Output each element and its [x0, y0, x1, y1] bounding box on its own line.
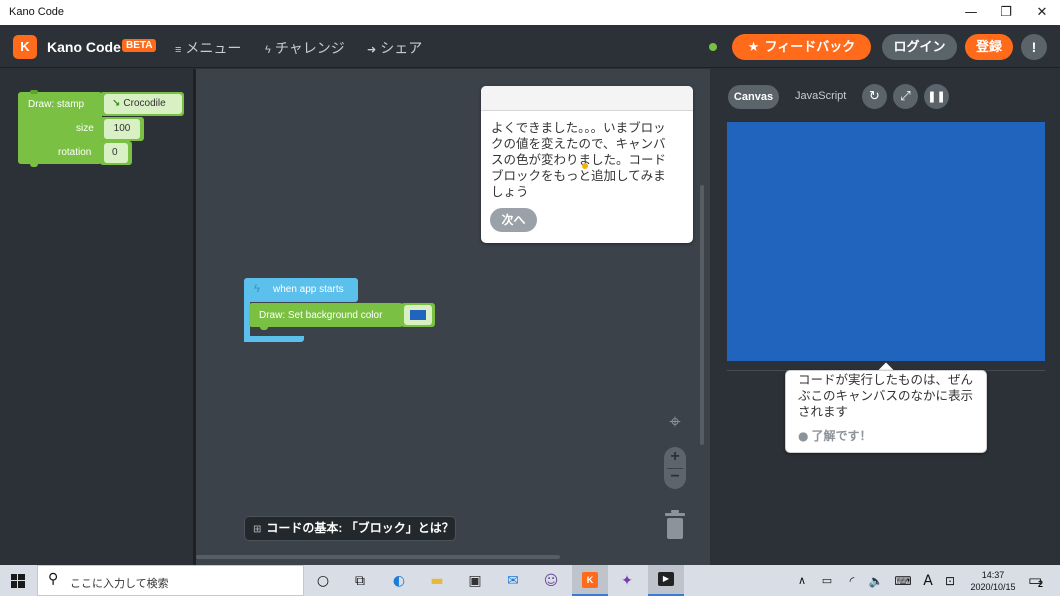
tab-javascript[interactable]: JavaScript: [795, 90, 846, 102]
rotation-input[interactable]: 0: [104, 143, 128, 163]
got-it-button[interactable]: ● 了解です！: [798, 427, 872, 444]
pause-icon[interactable]: ❚❚: [924, 84, 949, 109]
kano-logo[interactable]: K: [13, 35, 37, 59]
ime-mode-icon[interactable]: ⊡: [940, 571, 960, 591]
zoom-control: + −: [664, 447, 686, 489]
block-notch: [30, 90, 38, 94]
keyboard-icon[interactable]: ⌨: [893, 571, 913, 591]
hint-text: よくできました。。。いまブロックの値を変えたので、キャンバスの色が変わりました。…: [491, 121, 667, 199]
feedback-label: フィードバック: [764, 39, 856, 54]
recenter-icon[interactable]: ⌖: [664, 410, 686, 432]
nav-challenge[interactable]: ϟ チャレンジ: [265, 38, 345, 58]
taskbar-clock[interactable]: 14:37 2020/10/15: [964, 569, 1022, 593]
block-basics-label: コードの基本: 「ブロック」とは？: [266, 521, 454, 535]
wifi-icon[interactable]: ◜: [842, 571, 862, 591]
zoom-in-button[interactable]: +: [664, 448, 686, 466]
stamp-block-label: Draw: stamp: [28, 99, 85, 110]
nav-menu-label: メニュー: [185, 40, 242, 56]
draw-stamp-block[interactable]: Draw: stamp size rotation: [18, 92, 102, 164]
stamp-image-dropdown[interactable]: ↘ Crocodile: [104, 94, 182, 114]
windows-start-icon[interactable]: [11, 574, 25, 588]
close-window-button[interactable]: ✕: [1022, 0, 1060, 25]
fullscreen-icon[interactable]: ⤢: [893, 84, 918, 109]
app-header: K Kano Code BETA ≡ メニュー ϟ チャレンジ ➜ シェア ★ フィード…: [0, 25, 1060, 68]
pointer-dot: [582, 163, 588, 169]
nav-challenge-label: チャレンジ: [274, 40, 345, 56]
stamp-image-value: Crocodile: [123, 98, 166, 109]
mail-icon[interactable]: ✉: [503, 571, 523, 591]
canvas-tip-tooltip: コードが実行したものは、ぜんぶこのキャンバスのなかに表示されます ● 了解です！: [785, 370, 987, 453]
kano-taskbar-icon: K: [582, 572, 598, 588]
bullet-icon: ●: [798, 429, 809, 443]
minimize-button[interactable]: —: [951, 0, 991, 25]
workspace-horizontal-scrollbar[interactable]: [196, 555, 560, 559]
restore-button[interactable]: ❐: [986, 0, 1026, 25]
got-it-label: 了解です！: [811, 429, 872, 443]
taskbar-search[interactable]: ⚲ ここに入力して検索: [37, 565, 304, 596]
help-doc-icon: ⊞: [253, 524, 262, 535]
ime-indicator[interactable]: A: [918, 571, 938, 591]
battery-icon[interactable]: ▭: [817, 571, 837, 591]
start-block-label: when app starts: [273, 284, 344, 295]
trash-icon[interactable]: [663, 510, 687, 540]
hint-tooltip-header: [481, 86, 693, 111]
feedback-button[interactable]: ★ フィードバック: [732, 34, 871, 60]
zoom-out-button[interactable]: −: [664, 468, 686, 486]
set-background-color-block[interactable]: Draw: Set background color: [249, 303, 403, 327]
when-app-starts-block[interactable]: ϟ when app starts: [244, 278, 358, 302]
paint-app-icon[interactable]: ✦: [617, 571, 637, 591]
file-explorer-icon[interactable]: ▬: [427, 571, 447, 591]
nav-menu[interactable]: ≡ メニュー: [175, 38, 241, 58]
nav-share-label: シェア: [380, 40, 423, 56]
menu-lines-icon: ≡: [175, 44, 182, 56]
event-block-foot: [244, 336, 304, 342]
crocodile-icon: ↘: [112, 98, 121, 109]
app-name: Kano Code: [47, 39, 121, 55]
nav-share[interactable]: ➜ シェア: [367, 38, 422, 58]
media-player-icon: ▶: [658, 572, 674, 586]
notification-center[interactable]: ▭ 2: [1027, 571, 1049, 591]
search-placeholder: ここに入力して検索: [70, 578, 169, 590]
window-title: Kano Code: [9, 6, 65, 18]
workspace-vertical-scrollbar[interactable]: [700, 185, 704, 445]
tab-canvas[interactable]: Canvas: [728, 85, 779, 109]
restart-icon[interactable]: ↻: [862, 84, 887, 109]
search-icon: ⚲: [48, 571, 59, 587]
lightning-icon: ϟ: [265, 44, 271, 56]
bg-block-label: Draw: Set background color: [259, 310, 383, 321]
color-picker-input[interactable]: [404, 305, 432, 325]
login-button[interactable]: ログイン: [882, 34, 957, 60]
clock-time: 14:37: [981, 570, 1005, 580]
connection-status-dot: [709, 43, 717, 51]
edge-browser-icon[interactable]: ◐: [389, 571, 409, 591]
star-icon: ★: [747, 40, 760, 55]
store-icon[interactable]: ▣: [465, 571, 485, 591]
taskbar-media-app[interactable]: ▶: [648, 565, 684, 596]
notification-count: 2: [1038, 579, 1044, 589]
window-titlebar: Kano Code — ❐ ✕: [0, 0, 1060, 25]
alert-icon[interactable]: !: [1021, 34, 1047, 60]
share-arrow-icon: ➜: [367, 44, 377, 56]
color-swatch: [410, 310, 426, 320]
next-button[interactable]: 次へ: [490, 208, 537, 232]
output-canvas[interactable]: [727, 122, 1045, 361]
chevron-up-icon[interactable]: ∧: [792, 571, 812, 591]
app-icon[interactable]: ☺: [541, 571, 561, 591]
block-tab: [30, 162, 38, 167]
clock-date: 2020/10/15: [970, 582, 1016, 592]
size-label: size: [76, 123, 94, 134]
cortana-icon[interactable]: ○: [313, 571, 333, 591]
canvas-tip-text: コードが実行したものは、ぜんぶこのキャンバスのなかに表示されます: [798, 373, 974, 419]
size-input[interactable]: 100: [104, 119, 140, 139]
rotation-label: rotation: [58, 147, 92, 158]
lightning-icon: ϟ: [254, 283, 260, 295]
block-basics-help[interactable]: ⊞ コードの基本: 「ブロック」とは？: [244, 516, 456, 541]
taskbar-kano-code[interactable]: K: [572, 565, 608, 596]
volume-icon[interactable]: 🔈: [866, 571, 886, 591]
beta-badge: BETA: [122, 39, 157, 52]
task-view-icon[interactable]: ⧉: [350, 571, 370, 591]
block-tab: [260, 325, 268, 330]
signup-button[interactable]: 登録: [965, 34, 1013, 60]
windows-taskbar: ⚲ ここに入力して検索 ○ ⧉ ◐ ▬ ▣ ✉ ☺ K ✦ ▶ ∧ ▭ ◜ 🔈 …: [0, 565, 1060, 596]
